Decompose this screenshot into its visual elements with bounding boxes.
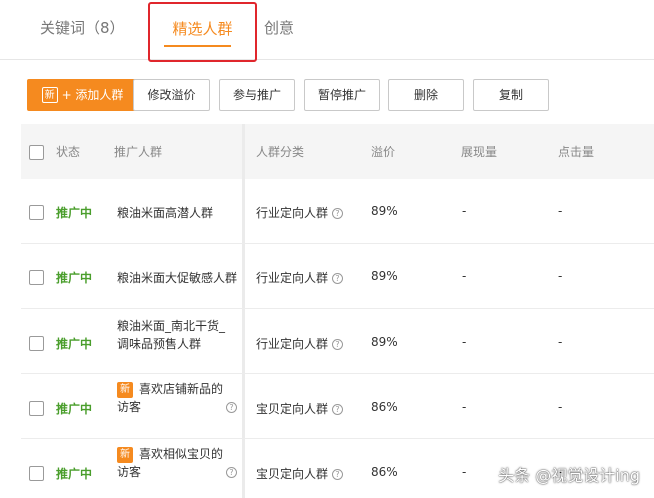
- select-all-checkbox[interactable]: [29, 145, 44, 160]
- impressions-value: -: [462, 465, 467, 479]
- header-premium: 溢价: [371, 145, 396, 159]
- tab-keywords[interactable]: 关键词（8）: [40, 0, 125, 60]
- premium-value: 86%: [371, 400, 398, 414]
- clicks-value: -: [558, 400, 563, 414]
- new-tag: 新: [41, 86, 58, 103]
- add-crowd-label: + 添加人群: [61, 88, 124, 102]
- table-row: 推广中 粮油米面_南北干货_ 调味品预售人群 行业定向人群? 89% - -: [21, 309, 654, 374]
- new-badge: 新: [117, 381, 133, 398]
- delete-button[interactable]: 删除: [388, 79, 464, 111]
- status-text: 推广中: [56, 206, 93, 220]
- help-icon[interactable]: ?: [332, 273, 344, 284]
- table-row: 推广中 粮油米面大促敏感人群 行业定向人群? 89% - -: [21, 244, 654, 309]
- header-impressions: 展现量: [461, 145, 498, 159]
- new-badge: 新: [117, 446, 133, 463]
- category-text: 行业定向人群: [256, 337, 329, 351]
- row-checkbox[interactable]: [29, 466, 44, 481]
- help-icon[interactable]: ?: [332, 404, 344, 415]
- impressions-value: -: [462, 335, 467, 349]
- tab-bar: 关键词（8） 精选人群 创意: [0, 0, 654, 62]
- impressions-value: -: [462, 269, 467, 283]
- crowd-name-line1: 喜欢相似宝贝的: [139, 447, 224, 461]
- header-status: 状态: [56, 145, 81, 159]
- table-row: 推广中 新喜欢店铺新品的 访客 ? 宝贝定向人群? 86% - -: [21, 374, 654, 439]
- tab-selected-crowd-label: 精选人群: [172, 20, 233, 38]
- table-row: 推广中 粮油米面高潜人群 行业定向人群? 89% - -: [21, 179, 654, 244]
- watermark: 头条 @视觉设计ing: [498, 466, 640, 485]
- category-text: 行业定向人群: [256, 206, 329, 220]
- status-text: 推广中: [56, 467, 93, 481]
- status-text: 推广中: [56, 271, 93, 285]
- category-text: 宝贝定向人群: [256, 467, 329, 481]
- join-promotion-button[interactable]: 参与推广: [219, 79, 295, 111]
- help-icon[interactable]: ?: [332, 469, 344, 480]
- impressions-value: -: [462, 204, 467, 218]
- category-text: 行业定向人群: [256, 271, 329, 285]
- crowd-name: 新喜欢店铺新品的 访客: [117, 380, 223, 416]
- help-icon[interactable]: ?: [226, 402, 237, 413]
- crowd-name-line2: 访客: [117, 465, 142, 479]
- crowd-name-line1: 粮油米面_南北干货_: [117, 319, 226, 333]
- crowd-name: 新喜欢相似宝贝的 访客: [117, 445, 223, 481]
- help-icon[interactable]: ?: [332, 339, 344, 350]
- clicks-value: -: [558, 204, 563, 218]
- help-icon[interactable]: ?: [226, 467, 237, 478]
- crowd-name-line1: 喜欢店铺新品的: [139, 382, 224, 396]
- copy-button[interactable]: 复制: [473, 79, 549, 111]
- modify-premium-button[interactable]: 修改溢价: [133, 79, 210, 111]
- table-header: 状态 推广人群 人群分类 溢价 展现量 点击量: [21, 124, 654, 179]
- crowd-name-line2: 访客: [117, 400, 142, 414]
- premium-value: 89%: [371, 335, 398, 349]
- clicks-value: -: [558, 335, 563, 349]
- row-checkbox[interactable]: [29, 205, 44, 220]
- header-crowd: 推广人群: [114, 145, 163, 159]
- crowd-name: 粮油米面大促敏感人群: [117, 271, 238, 285]
- status-text: 推广中: [56, 402, 93, 416]
- row-checkbox[interactable]: [29, 401, 44, 416]
- tab-creative[interactable]: 创意: [264, 0, 294, 60]
- premium-value: 86%: [371, 465, 398, 479]
- tab-selected-crowd[interactable]: 精选人群: [148, 2, 257, 62]
- add-crowd-button[interactable]: 新 + 添加人群: [27, 79, 138, 111]
- premium-value: 89%: [371, 204, 398, 218]
- active-tab-indicator: [164, 45, 231, 47]
- pause-promotion-button[interactable]: 暂停推广: [304, 79, 380, 111]
- toolbar: 新 + 添加人群 修改溢价 参与推广 暂停推广 删除 复制: [27, 79, 654, 111]
- crowd-name: 粮油米面_南北干货_ 调味品预售人群: [117, 317, 225, 353]
- category-text: 宝贝定向人群: [256, 402, 329, 416]
- clicks-value: -: [558, 269, 563, 283]
- crowd-name: 粮油米面高潜人群: [117, 206, 214, 220]
- row-checkbox[interactable]: [29, 336, 44, 351]
- premium-value: 89%: [371, 269, 398, 283]
- help-icon[interactable]: ?: [332, 208, 344, 219]
- crowd-name-line2: 调味品预售人群: [117, 337, 202, 351]
- row-checkbox[interactable]: [29, 270, 44, 285]
- status-text: 推广中: [56, 337, 93, 351]
- impressions-value: -: [462, 400, 467, 414]
- header-category: 人群分类: [256, 145, 305, 159]
- header-clicks: 点击量: [558, 145, 595, 159]
